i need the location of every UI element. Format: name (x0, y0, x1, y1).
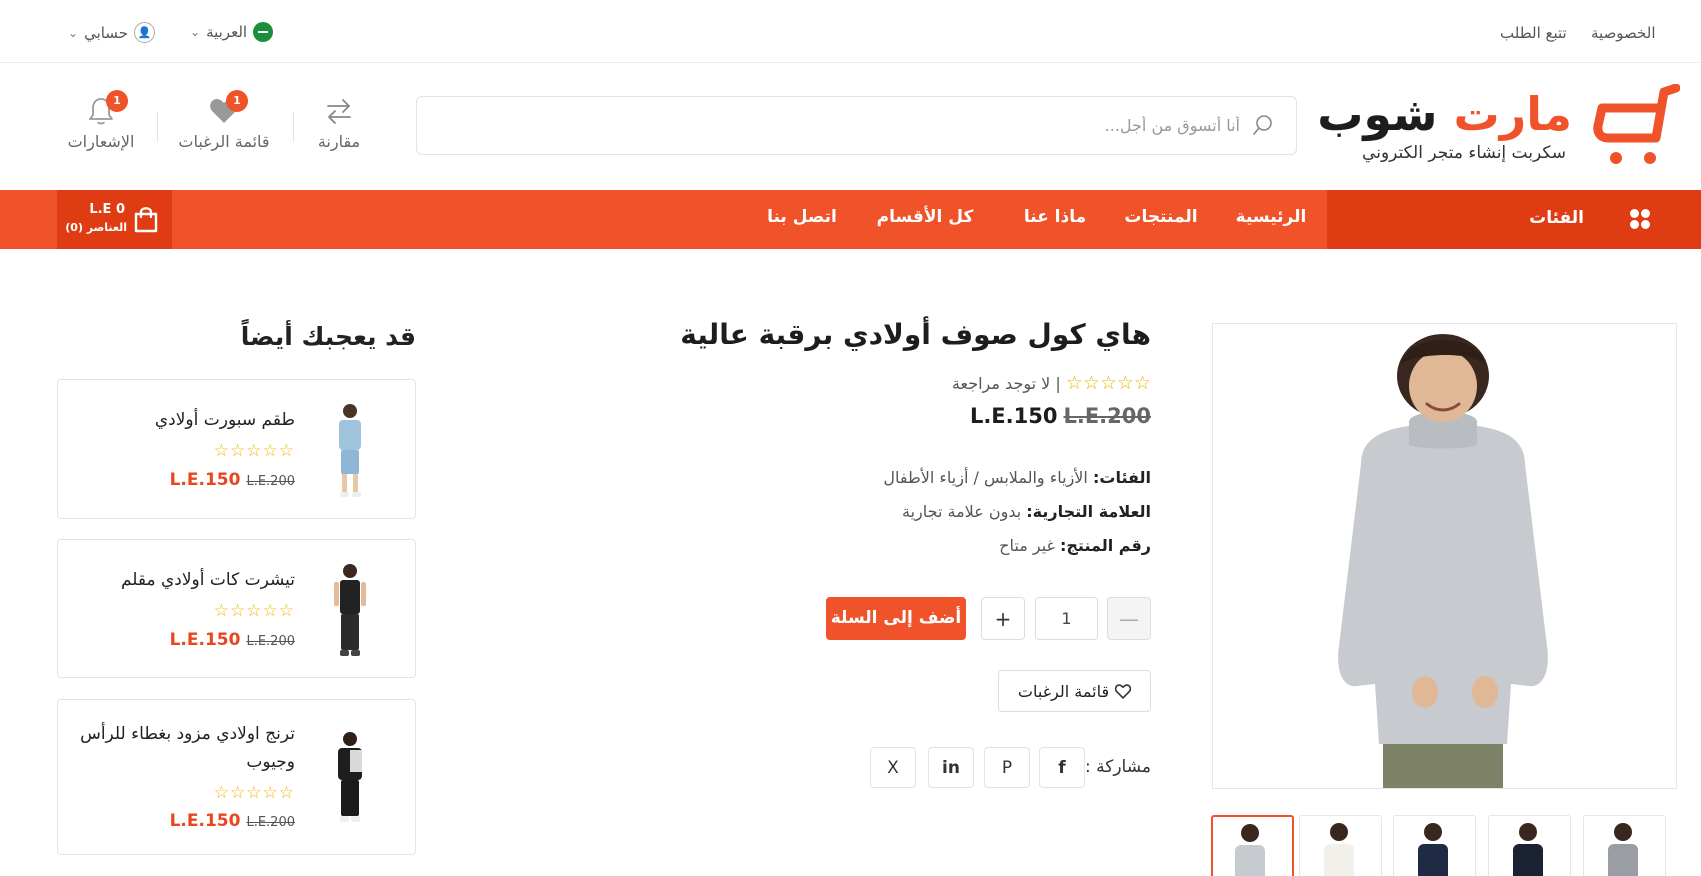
header-divider (157, 112, 158, 142)
chevron-down-icon: ⌄ (190, 25, 201, 39)
related-product-card[interactable]: تيشرت كات أولادي مقلم ☆☆☆☆☆ L.E.150 L.E.… (57, 539, 416, 678)
categories-label[interactable]: الفئات (1460, 208, 1584, 228)
wishlist-button[interactable]: 1 قائمة الرغبات (174, 90, 274, 151)
product-photo (1338, 334, 1548, 788)
sku-label: رقم المنتج: (1059, 536, 1151, 555)
quantity-decrease-button[interactable]: — (1107, 597, 1151, 640)
product-thumbnail[interactable] (325, 728, 375, 828)
price-old: L.E.200 (246, 634, 295, 649)
related-product-rating: ☆☆☆☆☆ (213, 441, 295, 461)
add-to-cart-button[interactable]: أضف إلى السلة (826, 597, 966, 640)
brand-label: العلامة التجارية: (1026, 502, 1151, 521)
wishlist-label: قائمة الرغبات (178, 132, 270, 151)
shopping-bag-icon (134, 207, 158, 233)
price-old: L.E.200 (246, 815, 295, 830)
search-input[interactable] (417, 97, 1296, 154)
product-price: L.E.150 L.E.200 (900, 404, 1151, 428)
product-sku: رقم المنتج: غير متاح (760, 536, 1151, 555)
product-rating: ☆☆☆☆☆ | لا توجد مراجعة (800, 372, 1151, 394)
linkedin-icon[interactable]: in (928, 747, 974, 788)
pinterest-icon[interactable]: P (984, 747, 1030, 788)
nav-contact[interactable]: اتصل بنا (760, 207, 844, 227)
logo-cart-icon[interactable] (1592, 84, 1680, 170)
cart-amount: 0 L.E (89, 202, 125, 217)
related-product-price: L.E.150 L.E.200 (170, 630, 295, 650)
quantity-input[interactable]: 1 (1035, 597, 1098, 640)
price-current: L.E.150 (969, 404, 1058, 428)
related-product-name[interactable]: تيشرت كات أولادي مقلم (75, 566, 295, 594)
chevron-down-icon: ⌄ (68, 25, 79, 40)
brand-value: بدون علامة تجارية (902, 502, 1022, 521)
category-value[interactable]: الأزياء والملابس / أزياء الأطفال (883, 468, 1088, 487)
gallery-thumbnail[interactable] (1211, 815, 1294, 876)
related-product-name[interactable]: طقم سبورت أولادي (75, 406, 295, 434)
search-icon[interactable] (1252, 114, 1274, 136)
track-order-link[interactable]: تتبع الطلب (1500, 24, 1567, 42)
x-twitter-icon[interactable]: X (870, 747, 916, 788)
price-current: L.E.150 (169, 811, 241, 831)
product-main-image[interactable] (1212, 323, 1677, 789)
facebook-icon[interactable]: f (1039, 747, 1085, 788)
brand-name-part2: مارت (1453, 87, 1572, 141)
price-current: L.E.150 (169, 630, 241, 650)
brand-tagline: سكربت إنشاء متجر الكتروني (1362, 143, 1566, 163)
nav-home[interactable]: الرئيسية (1226, 207, 1316, 227)
product-thumbnail[interactable] (325, 400, 375, 500)
notifications-label: الإشعارات (67, 132, 135, 151)
brand-name[interactable]: مارت شوب (1317, 86, 1572, 142)
related-product-price: L.E.150 L.E.200 (170, 811, 295, 831)
user-icon: 👤 (133, 22, 155, 43)
gallery-thumbnail[interactable] (1488, 815, 1571, 876)
compare-label: مقارنة (317, 132, 361, 151)
nav-about[interactable]: ماذا عنا (1010, 207, 1100, 227)
review-count[interactable]: | لا توجد مراجعة (952, 374, 1061, 393)
product-brand: العلامة التجارية: بدون علامة تجارية (760, 502, 1151, 521)
price-old: L.E.200 (1063, 404, 1151, 428)
language-label: العربية (206, 23, 248, 41)
mini-cart[interactable]: 0 L.E العناصر (0) (57, 190, 172, 249)
related-product-card[interactable]: ترنج اولادي مزود بغطاء للرأس وجيوب ☆☆☆☆☆… (57, 699, 416, 855)
header-divider (293, 112, 294, 142)
quantity-increase-button[interactable]: + (981, 597, 1025, 640)
wishlist-button-label: قائمة الرغبات (1017, 681, 1110, 701)
product-thumbnail[interactable] (325, 560, 375, 660)
account-menu[interactable]: 👤 حسابي ⌄ (68, 22, 155, 43)
you-may-also-like-title: قد يعجبك أيضاً (240, 322, 416, 351)
related-product-name[interactable]: ترنج اولادي مزود بغطاء للرأس وجيوب (75, 720, 295, 776)
related-product-rating: ☆☆☆☆☆ (213, 783, 295, 803)
notifications-count-badge: 1 (106, 90, 128, 112)
price-current: L.E.150 (169, 470, 241, 490)
category-label: الفئات: (1092, 468, 1151, 487)
add-to-wishlist-button[interactable]: قائمة الرغبات (998, 670, 1151, 712)
nav-products[interactable]: المنتجات (1116, 207, 1206, 227)
rating-stars: ☆☆☆☆☆ (1065, 372, 1151, 394)
heart-outline-icon (1115, 683, 1132, 699)
related-product-card[interactable]: طقم سبورت أولادي ☆☆☆☆☆ L.E.150 L.E.200 (57, 379, 416, 519)
grid-icon (1630, 209, 1650, 229)
related-product-rating: ☆☆☆☆☆ (213, 601, 295, 621)
product-category: الفئات: الأزياء والملابس / أزياء الأطفال (760, 468, 1151, 487)
language-selector[interactable]: العربية ⌄ (190, 22, 274, 42)
related-product-price: L.E.150 L.E.200 (170, 470, 295, 490)
product-title: هاي كول صوف أولادي برقبة عالية (680, 318, 1151, 351)
notifications-button[interactable]: 1 الإشعارات (51, 90, 151, 151)
gallery-thumbnail[interactable] (1393, 815, 1476, 876)
compare-arrows-icon (327, 99, 351, 124)
wishlist-count-badge: 1 (226, 90, 248, 112)
brand-name-part1: شوب (1317, 87, 1438, 141)
cart-items-count: العناصر (0) (65, 221, 127, 234)
compare-button[interactable]: مقارنة (289, 92, 389, 151)
gallery-thumbnail[interactable] (1583, 815, 1666, 876)
price-old: L.E.200 (246, 474, 295, 489)
saudi-flag-icon (253, 22, 274, 42)
nav-all-sections[interactable]: كل الأقسام (872, 207, 978, 227)
account-label: حسابي (84, 23, 128, 42)
gallery-thumbnail[interactable] (1299, 815, 1382, 876)
privacy-link[interactable]: الخصوصية (1591, 24, 1655, 42)
sku-value: غير متاح (999, 536, 1055, 555)
search-bar[interactable] (416, 96, 1297, 155)
